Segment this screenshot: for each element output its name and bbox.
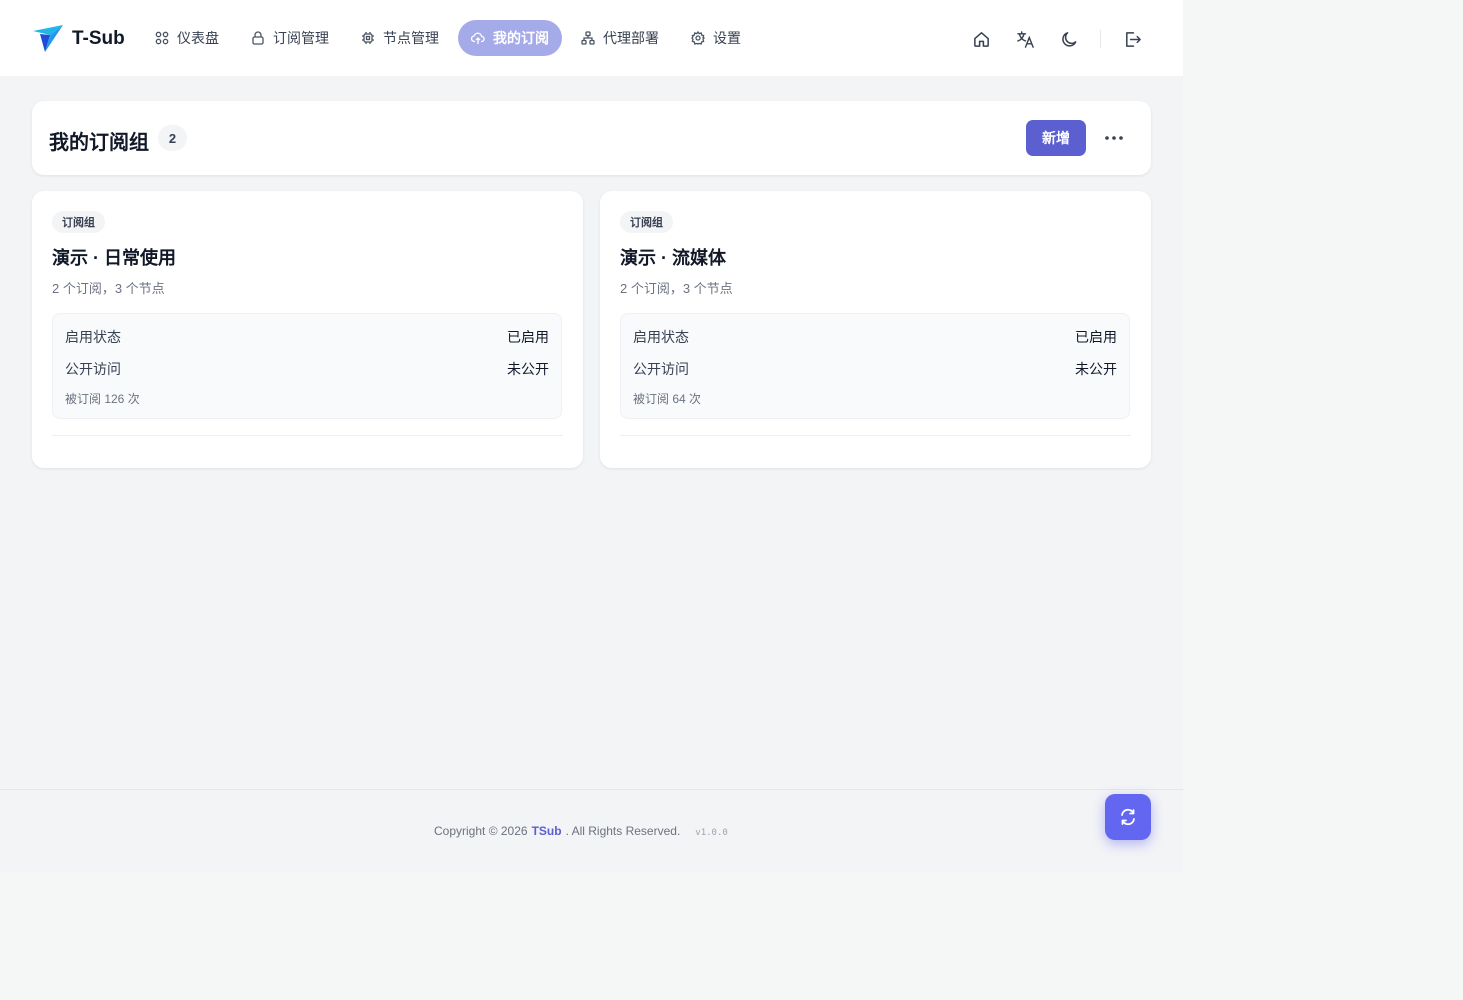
copyright-prefix: Copyright © 2026 [434,824,528,838]
nav-item-subscriptions[interactable]: 订阅管理 [238,20,342,56]
public-label: 公开访问 [633,361,689,377]
card-subtitle: 2 个订阅，3 个节点 [52,281,165,296]
translate-icon [1016,30,1034,48]
version-label: v1.0.0 [695,828,728,838]
status-value: 已启用 [1075,329,1117,345]
toolbar-divider [1100,30,1101,48]
nav-item-nodes[interactable]: 节点管理 [348,20,452,56]
refresh-button[interactable] [1105,794,1151,840]
footer-brand-link[interactable]: TSub [532,824,562,838]
home-button[interactable] [968,26,994,52]
home-icon [973,31,989,47]
card-title: 演示 · 流媒体 [620,248,726,268]
page-header-card: 我的订阅组 2 新增 [32,101,1151,175]
paper-plane-logo-icon [33,25,63,52]
refresh-icon [1121,808,1135,826]
public-row: 公开访问 未公开 [633,359,1117,379]
card-subtitle: 2 个订阅，3 个节点 [620,281,733,296]
page-title: 我的订阅组 [49,132,149,154]
public-label: 公开访问 [65,361,121,377]
gear-icon [691,31,705,45]
status-label: 启用状态 [65,329,121,345]
logout-icon [1125,31,1141,47]
card-tag: 订阅组 [620,211,673,233]
app-root: T-Sub 仪表盘 订阅管理 节点管理 我的订阅 代理部署 设置 我的订阅组 2… [0,0,1183,872]
subscription-group-card[interactable]: 订阅组 演示 · 流媒体 2 个订阅，3 个节点 启用状态 已启用 公开访问 未… [600,191,1151,468]
card-tag: 订阅组 [52,211,105,233]
nav-item-my-subscriptions[interactable]: 我的订阅 [458,20,562,56]
top-navbar: T-Sub 仪表盘 订阅管理 节点管理 我的订阅 代理部署 设置 [0,0,1183,76]
main-nav: 仪表盘 订阅管理 节点管理 我的订阅 代理部署 设置 [142,20,760,56]
logout-button[interactable] [1119,26,1145,52]
add-button[interactable]: 新增 [1026,120,1086,156]
card-divider [620,435,1131,436]
copyright-suffix: . All Rights Reserved. [565,824,681,838]
public-value: 未公开 [1075,361,1117,377]
nav-label: 设置 [713,30,741,46]
card-info-box: 启用状态 已启用 公开访问 未公开 被订阅 64 次 [620,313,1130,419]
top-actions [950,26,1145,52]
card-info-box: 启用状态 已启用 公开访问 未公开 被订阅 126 次 [52,313,562,419]
more-dots-icon [1105,136,1123,140]
nav-item-settings[interactable]: 设置 [678,20,754,56]
status-row: 启用状态 已启用 [633,327,1117,347]
moon-icon [1061,31,1076,47]
public-row: 公开访问 未公开 [65,359,549,379]
subscribed-count: 被订阅 126 次 [65,392,140,406]
card-title: 演示 · 日常使用 [52,248,176,268]
status-label: 启用状态 [633,329,689,345]
subscription-group-card[interactable]: 订阅组 演示 · 日常使用 2 个订阅，3 个节点 启用状态 已启用 公开访问 … [32,191,583,468]
chip-icon [362,32,374,44]
card-divider [52,435,563,436]
subscribed-count: 被订阅 64 次 [633,392,702,406]
app-name: T-Sub [72,28,125,49]
status-value: 已启用 [507,329,549,345]
brand[interactable]: T-Sub [32,24,125,54]
nav-label: 我的订阅 [493,30,549,46]
count-badge: 2 [158,125,187,151]
lock-icon [252,31,264,45]
language-button[interactable] [1012,26,1038,52]
sitemap-icon [581,31,595,45]
nav-label: 订阅管理 [273,30,329,46]
cloud-upload-icon [471,32,485,44]
more-button[interactable] [1098,120,1130,156]
copyright: Copyright © 2026 TSub . All Rights Reser… [434,824,728,838]
footer: Copyright © 2026 TSub . All Rights Reser… [0,789,1183,872]
status-row: 启用状态 已启用 [65,327,549,347]
nav-item-dashboard[interactable]: 仪表盘 [142,20,232,56]
grid-icon [155,31,169,45]
theme-toggle-button[interactable] [1056,26,1082,52]
nav-label: 节点管理 [383,30,439,46]
nav-item-proxy-deploy[interactable]: 代理部署 [568,20,672,56]
nav-label: 仪表盘 [177,30,219,46]
public-value: 未公开 [507,361,549,377]
nav-label: 代理部署 [603,30,659,46]
